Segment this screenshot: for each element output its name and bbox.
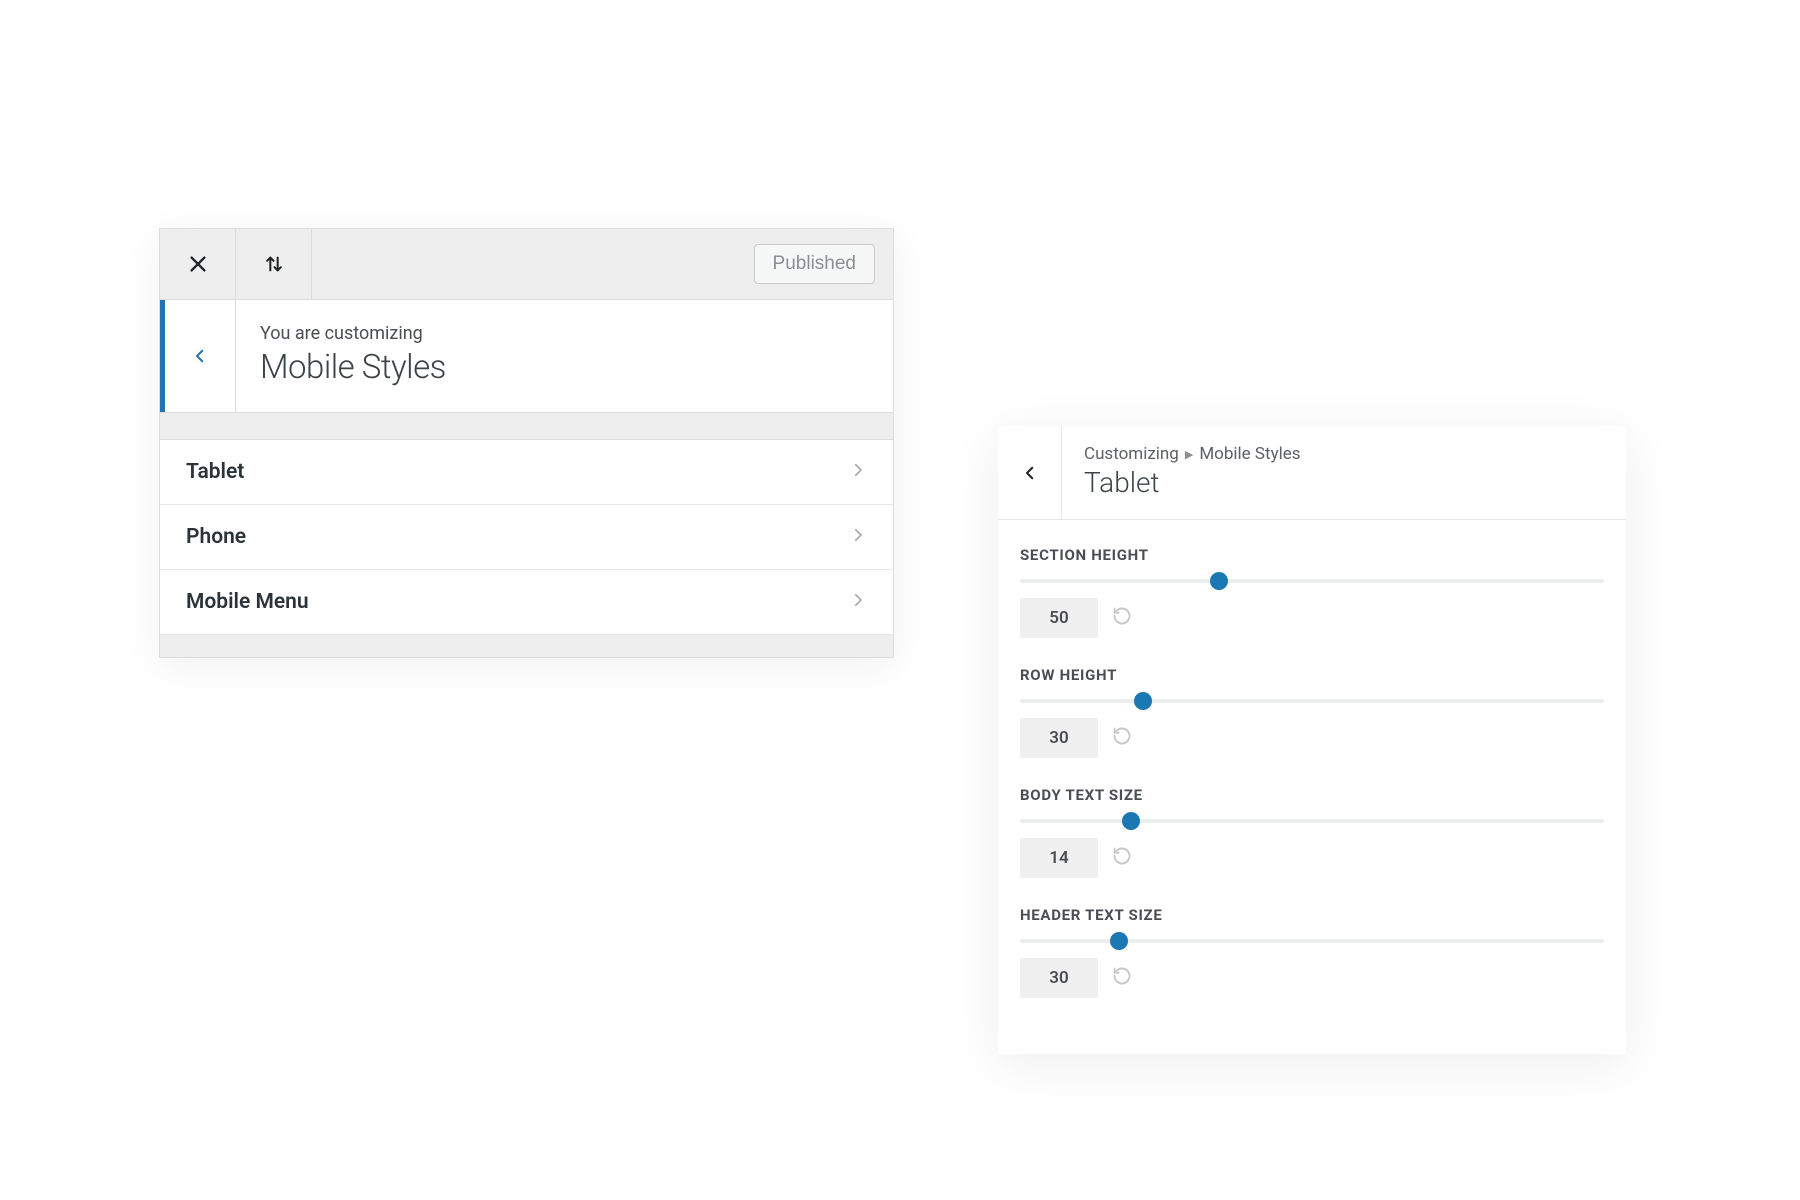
panel-header-text: Customizing ▶ Mobile Styles Tablet	[1062, 426, 1626, 519]
close-icon	[187, 253, 209, 275]
field-label: HEADER TEXT SIZE	[1020, 906, 1604, 924]
back-button[interactable]	[165, 300, 236, 412]
menu-item-label: Tablet	[186, 460, 244, 484]
field-row-height: ROW HEIGHT 30	[1020, 666, 1604, 758]
menu-item-phone[interactable]: Phone	[160, 505, 893, 570]
value-input[interactable]: 50	[1020, 598, 1098, 638]
publish-status-button[interactable]: Published	[754, 244, 875, 284]
chevron-left-icon	[1021, 464, 1039, 482]
slider-header-text-size[interactable]	[1020, 932, 1604, 950]
slider-body-text-size[interactable]	[1020, 812, 1604, 830]
panel-body: SECTION HEIGHT 50 ROW HEIGHT 30	[998, 520, 1626, 998]
field-label: ROW HEIGHT	[1020, 666, 1604, 684]
menu-item-label: Phone	[186, 525, 246, 549]
slider-track	[1020, 579, 1604, 583]
slider-row-height[interactable]	[1020, 692, 1604, 710]
reorder-button[interactable]	[236, 229, 312, 299]
reset-button[interactable]	[1112, 846, 1132, 870]
field-header-text-size: HEADER TEXT SIZE 30	[1020, 906, 1604, 998]
customizer-toolbar: Published	[160, 229, 893, 300]
value-row: 14	[1020, 838, 1604, 878]
divider	[160, 412, 893, 440]
back-button[interactable]	[998, 426, 1062, 519]
slider-track	[1020, 939, 1604, 943]
chevron-left-icon	[191, 347, 209, 365]
sort-icon	[263, 253, 285, 275]
chevron-right-icon	[849, 526, 867, 548]
customizer-panel-mobile-styles: Published You are customizing Mobile Sty…	[159, 228, 894, 658]
menu-item-label: Mobile Menu	[186, 590, 309, 614]
undo-icon	[1112, 846, 1132, 866]
breadcrumb-kicker: You are customizing	[260, 323, 869, 344]
breadcrumb: You are customizing Mobile Styles	[160, 300, 893, 412]
breadcrumb-text: You are customizing Mobile Styles	[236, 300, 893, 412]
slider-thumb[interactable]	[1110, 932, 1128, 950]
field-section-height: SECTION HEIGHT 50	[1020, 546, 1604, 638]
field-label: SECTION HEIGHT	[1020, 546, 1604, 564]
undo-icon	[1112, 606, 1132, 626]
menu-item-mobile-menu[interactable]: Mobile Menu	[160, 570, 893, 635]
toolbar-spacer	[312, 229, 754, 299]
breadcrumb-root: Customizing	[1084, 444, 1179, 464]
reset-button[interactable]	[1112, 726, 1132, 750]
page-title: Tablet	[1084, 466, 1604, 499]
slider-thumb[interactable]	[1122, 812, 1140, 830]
slider-track	[1020, 819, 1604, 823]
chevron-right-icon	[849, 461, 867, 483]
value-row: 30	[1020, 958, 1604, 998]
value-input[interactable]: 30	[1020, 718, 1098, 758]
value-input[interactable]: 14	[1020, 838, 1098, 878]
panel-footer	[160, 635, 893, 657]
slider-section-height[interactable]	[1020, 572, 1604, 590]
reset-button[interactable]	[1112, 606, 1132, 630]
value-row: 50	[1020, 598, 1604, 638]
reset-button[interactable]	[1112, 966, 1132, 990]
close-button[interactable]	[160, 229, 236, 299]
page-title: Mobile Styles	[260, 348, 869, 387]
value-row: 30	[1020, 718, 1604, 758]
customizer-panel-tablet: Customizing ▶ Mobile Styles Tablet SECTI…	[998, 426, 1626, 1054]
slider-track	[1020, 699, 1604, 703]
panel-header: Customizing ▶ Mobile Styles Tablet	[998, 426, 1626, 520]
breadcrumb-parent: Mobile Styles	[1199, 444, 1300, 464]
value-input[interactable]: 30	[1020, 958, 1098, 998]
chevron-right-icon	[849, 591, 867, 613]
breadcrumb: Customizing ▶ Mobile Styles	[1084, 444, 1604, 464]
slider-thumb[interactable]	[1134, 692, 1152, 710]
menu-item-tablet[interactable]: Tablet	[160, 440, 893, 505]
field-label: BODY TEXT SIZE	[1020, 786, 1604, 804]
breadcrumb-separator-icon: ▶	[1185, 448, 1193, 461]
undo-icon	[1112, 966, 1132, 986]
field-body-text-size: BODY TEXT SIZE 14	[1020, 786, 1604, 878]
slider-thumb[interactable]	[1210, 572, 1228, 590]
undo-icon	[1112, 726, 1132, 746]
